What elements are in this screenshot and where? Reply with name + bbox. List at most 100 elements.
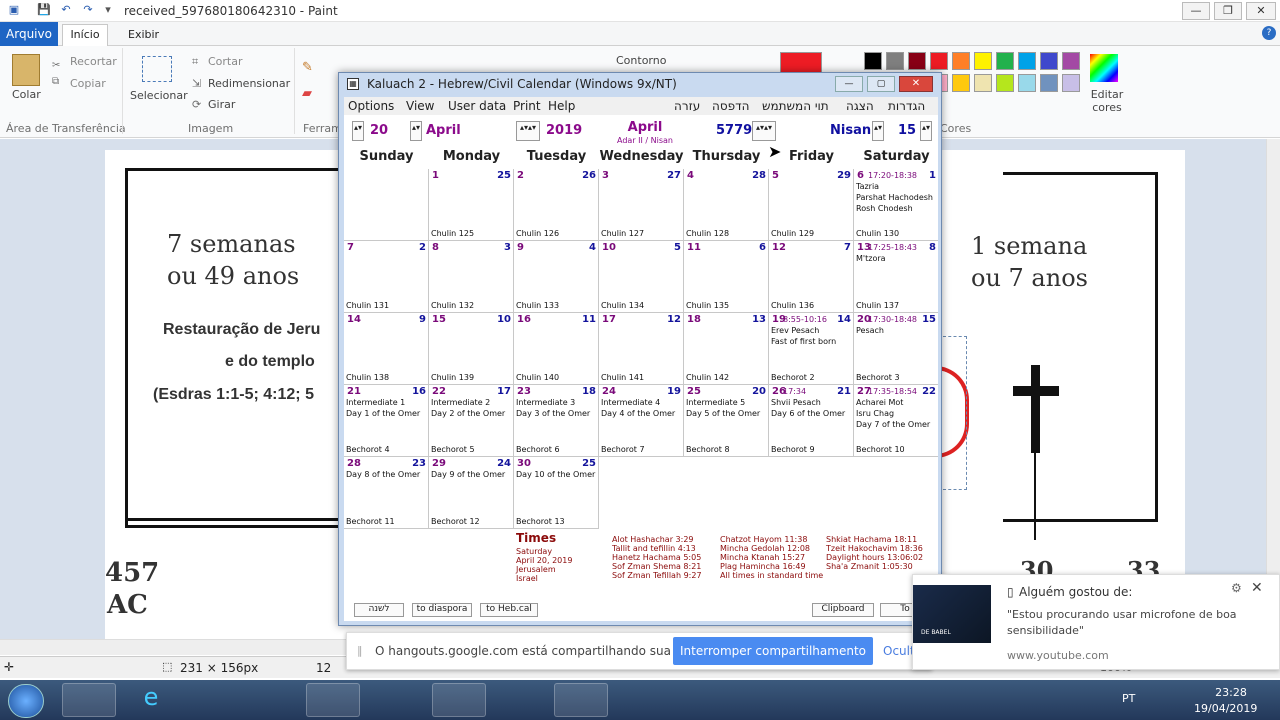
taskbar-window-icon[interactable] — [554, 683, 608, 717]
crop-button[interactable]: Cortar — [208, 55, 243, 68]
undo-icon[interactable]: ↶ — [58, 3, 74, 17]
kaluach-minimize-button[interactable]: — — [835, 76, 863, 92]
palette-swatch[interactable] — [996, 74, 1014, 92]
year-spinner[interactable]: ▴▾▴▾ — [516, 121, 540, 141]
palette-swatch[interactable] — [974, 52, 992, 70]
calendar-day-cell[interactable]: 30 25 Day 10 of the Omer Bechorot 13 — [514, 457, 599, 529]
calendar-day-cell[interactable]: 29 24 Day 9 of the Omer Bechorot 12 — [429, 457, 514, 529]
palette-swatch[interactable] — [1018, 52, 1036, 70]
select-button[interactable]: Selecionar — [130, 89, 188, 102]
taskbar-calculator-icon[interactable] — [184, 683, 238, 717]
calendar-day-cell[interactable]: 4 28 Chulin 128 — [684, 169, 769, 241]
taskbar-ie-icon[interactable]: e — [124, 683, 178, 717]
drag-handle-icon[interactable]: ‖ — [357, 644, 363, 657]
calendar-day-cell[interactable]: 9 4 Chulin 133 — [514, 241, 599, 313]
calendar-day-cell[interactable]: 13 8 17:25-18:43 M'tzora Chulin 137 — [854, 241, 938, 313]
taskbar-explorer-icon[interactable] — [62, 683, 116, 717]
calendar-day-cell[interactable]: 12 7 Chulin 136 — [769, 241, 854, 313]
menu-user-data[interactable]: User data — [448, 99, 506, 113]
calendar-day-cell[interactable]: 14 9 Chulin 138 — [344, 313, 429, 385]
calendar-day-cell[interactable]: 22 17 Intermediate 2 Day 2 of the Omer Bech… — [429, 385, 514, 457]
cut-button[interactable]: Recortar — [70, 55, 117, 68]
calendar-day-cell[interactable]: 25 20 Intermediate 5 Day 5 of the Omer Bech… — [684, 385, 769, 457]
close-button[interactable]: ✕ — [1246, 2, 1276, 20]
eraser-icon[interactable]: ▰ — [302, 86, 312, 101]
clipboard-button[interactable]: Clipboard — [812, 603, 874, 617]
palette-swatch[interactable] — [864, 52, 882, 70]
outline-dropdown[interactable]: Contorno — [616, 54, 666, 67]
palette-swatch[interactable] — [974, 74, 992, 92]
menu-print[interactable]: Print — [513, 99, 541, 113]
calendar-day-cell[interactable]: 19 14 8:55-10:16 Erev Pesach Fast of first … — [769, 313, 854, 385]
menu-heb-help[interactable]: עזרה — [674, 99, 700, 113]
select-icon[interactable] — [142, 56, 172, 82]
tab-home[interactable]: Início — [62, 24, 108, 46]
menu-view[interactable]: View — [406, 99, 434, 113]
calendar-day-cell[interactable]: 1 25 Chulin 125 — [429, 169, 514, 241]
calendar-day-cell[interactable]: 27 22 17:35-18:54 Acharei Mot Isru Chag Day… — [854, 385, 938, 457]
kaluach-maximize-button[interactable]: ▢ — [867, 76, 895, 92]
tab-file[interactable]: Arquivo — [0, 22, 58, 46]
palette-swatch[interactable] — [1040, 74, 1058, 92]
calendar-day-cell[interactable]: 8 3 Chulin 132 — [429, 241, 514, 313]
rotate-button[interactable]: Girar — [208, 98, 235, 111]
copy-button[interactable]: Copiar — [70, 77, 106, 90]
calendar-day-cell[interactable]: 17 12 Chulin 141 — [599, 313, 684, 385]
edit-colors-icon[interactable] — [1090, 54, 1118, 82]
calendar-day-cell[interactable]: 11 6 Chulin 135 — [684, 241, 769, 313]
taskbar-kaluach-icon[interactable] — [432, 683, 486, 717]
notification-close-icon[interactable]: ✕ — [1251, 580, 1263, 596]
palette-swatch[interactable] — [952, 74, 970, 92]
notification-thumbnail[interactable]: DE BABEL — [913, 585, 991, 643]
menu-options[interactable]: Options — [348, 99, 394, 113]
language-indicator[interactable]: PT — [1122, 692, 1135, 705]
menu-heb-userdata[interactable]: תוי המשתמש — [762, 99, 829, 113]
calendar-day-cell[interactable]: 26 21 17:34 Shvii Pesach Day 6 of the Omer B… — [769, 385, 854, 457]
calendar-day-cell[interactable]: 5 29 Chulin 129 — [769, 169, 854, 241]
calendar-day-cell[interactable]: 3 27 Chulin 127 — [599, 169, 684, 241]
kaluach-close-button[interactable]: ✕ — [899, 76, 933, 92]
menu-help[interactable]: Help — [548, 99, 575, 113]
hebrew-day-spinner[interactable]: ▴▾ — [920, 121, 932, 141]
notification-settings-icon[interactable]: ⚙ — [1231, 581, 1242, 595]
palette-swatch[interactable] — [886, 52, 904, 70]
heb-year-button[interactable]: לשנה — [354, 603, 404, 617]
taskbar-webcam-icon[interactable] — [494, 683, 548, 717]
start-button[interactable] — [8, 684, 44, 718]
clock-date[interactable]: 19/04/2019 — [1194, 702, 1257, 715]
calendar-day-cell[interactable]: 7 2 Chulin 131 — [344, 241, 429, 313]
palette-swatch[interactable] — [996, 52, 1014, 70]
calendar-day-cell[interactable]: 21 16 Intermediate 1 Day 1 of the Omer Bech… — [344, 385, 429, 457]
to-diaspora-button[interactable]: to diaspora — [412, 603, 472, 617]
minimize-button[interactable]: — — [1182, 2, 1210, 20]
to-hebcal-button[interactable]: to Heb.cal — [480, 603, 538, 617]
calendar-day-cell[interactable]: 20 15 17:30-18:48 Pesach Bechorot 3 — [854, 313, 938, 385]
edit-colors-button[interactable]: Editar cores — [1090, 88, 1124, 114]
color1-swatch[interactable] — [780, 52, 822, 74]
palette-swatch[interactable] — [1018, 74, 1036, 92]
redo-icon[interactable]: ↷ — [80, 3, 96, 17]
palette-swatch[interactable] — [1062, 74, 1080, 92]
calendar-day-cell[interactable]: 24 19 Intermediate 4 Day 4 of the Omer Bech… — [599, 385, 684, 457]
month-spinner[interactable]: ▴▾ — [410, 121, 422, 141]
taskbar-media-icon[interactable] — [244, 683, 298, 717]
resize-button[interactable]: Redimensionar — [208, 77, 290, 90]
vertical-scrollbar[interactable] — [1266, 139, 1280, 639]
palette-swatch[interactable] — [1062, 52, 1080, 70]
day-spinner[interactable]: ▴▾ — [352, 121, 364, 141]
quick-access-dropdown-icon[interactable]: ▾ — [100, 3, 116, 17]
stop-sharing-button[interactable]: Interromper compartilhamento — [673, 637, 873, 665]
menu-heb-settings[interactable]: הגדרות — [888, 99, 925, 113]
help-icon[interactable]: ? — [1262, 26, 1276, 40]
clock-time[interactable]: 23:28 — [1206, 686, 1256, 699]
menu-heb-print[interactable]: הדפסה — [712, 99, 750, 113]
calendar-day-cell[interactable]: 15 10 Chulin 139 — [429, 313, 514, 385]
taskbar-chrome-icon[interactable] — [368, 683, 422, 717]
paste-button[interactable]: Colar — [12, 88, 41, 101]
tab-view[interactable]: Exibir — [128, 28, 159, 41]
paste-icon[interactable] — [12, 54, 40, 86]
palette-swatch[interactable] — [952, 52, 970, 70]
maximize-button[interactable]: ❐ — [1214, 2, 1242, 20]
calendar-day-cell[interactable]: 28 23 Day 8 of the Omer Bechorot 11 — [344, 457, 429, 529]
pencil-icon[interactable]: ✎ — [302, 60, 313, 75]
